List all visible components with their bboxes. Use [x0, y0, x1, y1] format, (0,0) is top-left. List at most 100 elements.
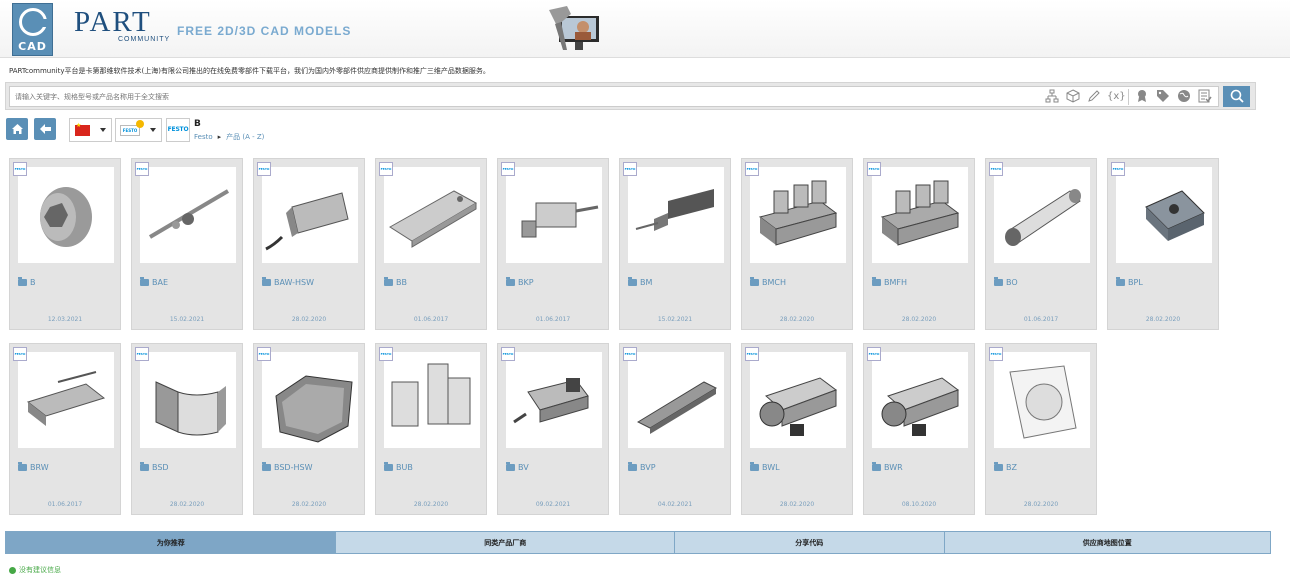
product-card-baw-hsw[interactable]: FESTO BAW-HSW 28.02.2020 — [253, 158, 365, 330]
search-input[interactable] — [9, 86, 1219, 107]
variables-icon[interactable]: {x} — [1107, 89, 1126, 105]
folder-icon — [628, 277, 637, 286]
festo-badge-icon: FESTO — [1111, 162, 1125, 176]
product-thumbnail[interactable] — [384, 167, 480, 263]
festo-logo[interactable]: FESTO — [166, 118, 190, 142]
tab-1[interactable]: 为你推荐 — [6, 532, 337, 553]
supplier-select[interactable]: FESTO — [115, 118, 162, 142]
language-select[interactable] — [69, 118, 112, 142]
product-folder-link[interactable]: BWL — [750, 462, 780, 472]
product-folder-link[interactable]: BO — [994, 277, 1018, 287]
product-card-bpl[interactable]: FESTO BPL 28.02.2020 — [1107, 158, 1219, 330]
product-folder-link[interactable]: BB — [384, 277, 407, 287]
product-folder-link[interactable]: BVP — [628, 462, 656, 472]
product-thumbnail[interactable] — [18, 167, 114, 263]
product-folder-link[interactable]: BWR — [872, 462, 903, 472]
product-folder-link[interactable]: BPL — [1116, 277, 1143, 287]
product-thumbnail[interactable] — [1116, 167, 1212, 263]
product-card-bwl[interactable]: FESTO BWL 28.02.2020 — [741, 343, 853, 515]
product-folder-link[interactable]: BV — [506, 462, 529, 472]
product-thumbnail[interactable] — [506, 352, 602, 448]
product-folder-link[interactable]: BKP — [506, 277, 534, 287]
product-folder-link[interactable]: BAW-HSW — [262, 277, 314, 287]
search-button[interactable] — [1223, 86, 1250, 107]
product-label: BRW — [30, 463, 49, 472]
product-card-bsd-hsw[interactable]: FESTO BSD-HSW 28.02.2020 — [253, 343, 365, 515]
brand-sub: COMMUNITY — [118, 36, 171, 43]
product-card-bvp[interactable]: FESTO BVP 04.02.2021 — [619, 343, 731, 515]
product-card-bo[interactable]: FESTO BO 01.06.2017 — [985, 158, 1097, 330]
brand-logo[interactable]: PART — [74, 8, 152, 37]
product-thumbnail[interactable] — [628, 167, 724, 263]
product-thumbnail[interactable] — [994, 352, 1090, 448]
china-flag-icon — [75, 122, 90, 136]
tab-2[interactable]: 同类产品厂商 — [336, 532, 675, 553]
product-thumbnail[interactable] — [262, 352, 358, 448]
product-thumbnail[interactable] — [140, 352, 236, 448]
search-icon — [1230, 89, 1244, 103]
product-folder-link[interactable]: BZ — [994, 462, 1017, 472]
nav-row: FESTO FESTO B Festo ▸ 产品 (A - Z) — [0, 118, 1290, 144]
product-folder-link[interactable]: B — [18, 277, 36, 287]
home-button[interactable] — [6, 118, 28, 140]
product-thumbnail[interactable] — [506, 167, 602, 263]
globe-icon[interactable] — [1176, 89, 1192, 105]
award-icon[interactable] — [1134, 89, 1150, 105]
product-thumbnail[interactable] — [628, 352, 724, 448]
info-dot-icon — [9, 566, 16, 574]
tag-icon[interactable] — [1155, 89, 1171, 105]
product-label: B — [30, 278, 36, 287]
product-folder-link[interactable]: BUB — [384, 462, 413, 472]
product-thumbnail[interactable] — [994, 167, 1090, 263]
product-card-bmfh[interactable]: FESTO BMFH 28.02.2020 — [863, 158, 975, 330]
product-card-bkp[interactable]: FESTO BKP 01.06.2017 — [497, 158, 609, 330]
hierarchy-icon[interactable] — [1044, 89, 1060, 105]
product-thumbnail[interactable] — [872, 167, 968, 263]
product-folder-link[interactable]: BMCH — [750, 277, 786, 287]
product-folder-link[interactable]: BSD-HSW — [262, 462, 312, 472]
tab-3[interactable]: 分享代码 — [674, 532, 945, 553]
folder-icon — [506, 277, 515, 286]
product-folder-link[interactable]: BAE — [140, 277, 168, 287]
breadcrumb-arrow-icon: ▸ — [217, 133, 222, 141]
product-card-brw[interactable]: FESTO BRW 01.06.2017 — [9, 343, 121, 515]
product-folder-link[interactable]: BM — [628, 277, 652, 287]
breadcrumb-supplier[interactable]: Festo — [194, 133, 213, 141]
cad-logo[interactable]: CAD — [12, 3, 53, 56]
product-date: 01.06.2017 — [1023, 316, 1059, 323]
product-card-bae[interactable]: FESTO BAE 15.02.2021 — [131, 158, 243, 330]
logo-text: CAD — [18, 40, 47, 53]
product-thumbnail[interactable] — [262, 167, 358, 263]
product-card-bsd[interactable]: FESTO BSD 28.02.2020 — [131, 343, 243, 515]
checklist-icon[interactable] — [1197, 89, 1213, 105]
product-folder-link[interactable]: BRW — [18, 462, 49, 472]
product-folder-link[interactable]: BMFH — [872, 277, 907, 287]
product-thumbnail[interactable] — [384, 352, 480, 448]
product-date: 09.02.2021 — [535, 501, 571, 508]
product-card-bv[interactable]: FESTO BV 09.02.2021 — [497, 343, 609, 515]
product-card-bm[interactable]: FESTO BM 15.02.2021 — [619, 158, 731, 330]
site-header: CAD PART COMMUNITY FREE 2D/3D CAD MODELS — [0, 0, 1290, 58]
product-thumbnail[interactable] — [140, 167, 236, 263]
product-card-bwr[interactable]: FESTO BWR 08.10.2020 — [863, 343, 975, 515]
pencil-icon[interactable] — [1086, 89, 1102, 105]
product-card-bub[interactable]: FESTO BUB 28.02.2020 — [375, 343, 487, 515]
festo-badge-icon: FESTO — [257, 162, 271, 176]
cube-icon[interactable] — [1065, 89, 1081, 105]
breadcrumb-products[interactable]: 产品 (A - Z) — [226, 132, 264, 142]
folder-icon — [384, 462, 393, 471]
product-card-bz[interactable]: FESTO BZ 28.02.2020 — [985, 343, 1097, 515]
product-card-b[interactable]: FESTO B 12.03.2021 — [9, 158, 121, 330]
product-card-bmch[interactable]: FESTO BMCH 28.02.2020 — [741, 158, 853, 330]
product-thumbnail[interactable] — [872, 352, 968, 448]
product-label: BZ — [1006, 463, 1017, 472]
tab-4[interactable]: 供应商地图位置 — [944, 532, 1271, 553]
back-button[interactable] — [34, 118, 56, 140]
product-folder-link[interactable]: BSD — [140, 462, 169, 472]
product-card-bb[interactable]: FESTO BB 01.06.2017 — [375, 158, 487, 330]
product-date: 28.02.2020 — [901, 316, 937, 323]
product-thumbnail[interactable] — [750, 352, 846, 448]
product-thumbnail[interactable] — [18, 352, 114, 448]
product-label: BKP — [518, 278, 534, 287]
product-thumbnail[interactable] — [750, 167, 846, 263]
